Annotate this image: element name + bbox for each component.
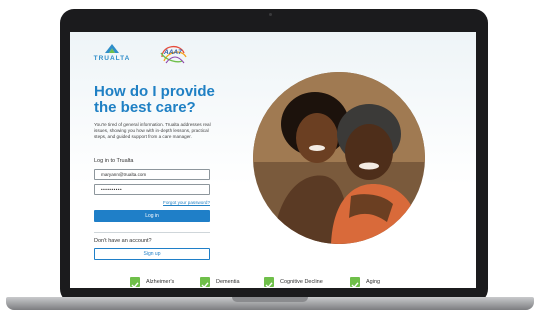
laptop-base xyxy=(6,297,534,310)
topic-label: Alzheimer's xyxy=(146,279,175,285)
aaa7-logo-text: AAA7 xyxy=(164,49,182,56)
divider xyxy=(94,232,210,233)
topic-label: Dementia xyxy=(216,279,240,285)
aaa7-logo[interactable]: AAA7 xyxy=(158,41,190,67)
checkbox-icon xyxy=(350,277,360,288)
signup-prompt: Don't have an account? xyxy=(94,238,152,244)
checkbox-icon xyxy=(130,277,140,288)
page-title: How do I provide the best care? xyxy=(94,83,215,116)
intro-text: You're tired of general information. Tru… xyxy=(94,122,211,139)
password-field[interactable]: •••••••••• xyxy=(94,184,210,195)
topic-list: Alzheimer's Dementia Cognitive Decline A… xyxy=(130,277,450,288)
laptop-base-notch xyxy=(232,297,308,302)
login-button[interactable]: Log in xyxy=(94,210,210,222)
laptop-screen: TRUALTA AAA7 How do I provide the best c… xyxy=(70,32,476,288)
checkbox-icon xyxy=(200,277,210,288)
topic-label: Aging xyxy=(366,279,381,285)
trualta-logo-text: TRUALTA xyxy=(93,55,131,62)
webcam-icon xyxy=(269,13,272,16)
forgot-password-link[interactable]: Forgot your password? xyxy=(163,200,210,205)
topic-label: Cognitive Decline xyxy=(280,279,323,285)
trualta-mark-icon xyxy=(105,44,119,53)
signup-button[interactable]: Sign up xyxy=(94,248,210,260)
caregiver-photo xyxy=(253,72,425,244)
login-title: Log in to Trualta xyxy=(94,158,134,164)
checkbox-icon xyxy=(264,277,274,288)
email-field[interactable]: maryann@trualta.com xyxy=(94,169,210,180)
trualta-logo[interactable]: TRUALTA xyxy=(92,44,132,62)
